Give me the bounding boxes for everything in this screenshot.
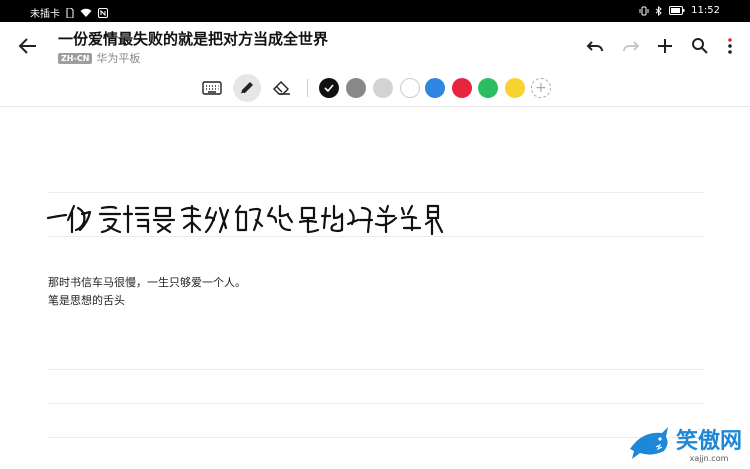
status-right: 11:52 — [639, 5, 720, 16]
more-icon — [728, 38, 732, 54]
clock: 11:52 — [691, 5, 720, 16]
note-title: 一份爱情最失败的就是把对方当成全世界 — [58, 30, 329, 48]
note-meta: ZH-CN 华为平板 — [58, 50, 140, 66]
status-left: 未插卡 — [30, 5, 108, 20]
redo-button[interactable] — [618, 34, 642, 58]
color-swatch-white[interactable] — [400, 78, 420, 98]
search-button[interactable] — [688, 34, 712, 58]
pen-tool[interactable] — [233, 74, 261, 102]
checkmark-icon — [324, 84, 334, 93]
undo-icon — [586, 41, 603, 52]
nfc-icon — [98, 7, 108, 18]
note-line: 笔是思想的舌头 — [48, 294, 125, 307]
ruled-line — [48, 437, 704, 438]
bluetooth-icon — [655, 5, 663, 16]
drawing-toolbar: + — [0, 70, 750, 107]
color-swatch-gray[interactable] — [346, 78, 366, 98]
add-color-icon: + — [535, 80, 547, 96]
arrow-back-icon — [18, 38, 36, 54]
status-bar: 未插卡 11:52 — [0, 0, 750, 22]
keyboard-tool[interactable] — [198, 74, 226, 102]
site-watermark: 笑傲网 xajjn.com — [628, 423, 742, 463]
language-badge: ZH-CN — [58, 52, 93, 64]
color-swatch-yellow[interactable] — [505, 78, 525, 98]
back-button[interactable] — [16, 34, 40, 58]
color-swatch-blue[interactable] — [425, 78, 445, 98]
note-line: 那时书信车马很慢，一生只够爱一个人。 — [48, 276, 246, 289]
battery-icon — [669, 6, 685, 15]
add-button[interactable] — [653, 34, 677, 58]
eraser-tool[interactable] — [268, 74, 296, 102]
carrier-text: 未插卡 — [30, 9, 60, 20]
keyboard-icon — [202, 81, 222, 95]
redo-icon — [623, 41, 640, 52]
app-bar: 一份爱情最失败的就是把对方当成全世界 ZH-CN 华为平板 — [0, 22, 750, 70]
toolbar-divider — [307, 79, 308, 97]
add-icon — [658, 39, 672, 53]
pen-icon — [240, 82, 253, 95]
vibrate-icon — [639, 6, 649, 16]
color-swatch-light-gray[interactable] — [373, 78, 393, 98]
search-icon — [692, 38, 708, 54]
color-swatch-red[interactable] — [452, 78, 472, 98]
add-color-button[interactable]: + — [531, 78, 551, 98]
shark-logo-icon — [629, 427, 668, 459]
handwritten-title — [46, 204, 444, 236]
ruled-line — [48, 403, 704, 404]
sim-icon — [66, 7, 74, 18]
note-body[interactable]: 那时书信车马很慢，一生只够爱一个人。 笔是思想的舌头 — [48, 274, 246, 310]
ruled-line — [48, 369, 704, 370]
color-swatch-black[interactable] — [319, 78, 339, 98]
eraser-icon — [273, 81, 290, 95]
more-button[interactable] — [718, 34, 742, 58]
watermark-text: 笑傲网 — [675, 429, 742, 454]
notebook-name[interactable]: 华为平板 — [96, 50, 140, 66]
undo-button[interactable] — [584, 34, 608, 58]
note-canvas[interactable]: 那时书信车马很慢，一生只够爱一个人。 笔是思想的舌头 — [0, 106, 750, 469]
wifi-icon — [80, 8, 92, 18]
watermark-url: xajjn.com — [689, 454, 729, 463]
ruled-line — [48, 192, 704, 193]
color-swatch-green[interactable] — [478, 78, 498, 98]
